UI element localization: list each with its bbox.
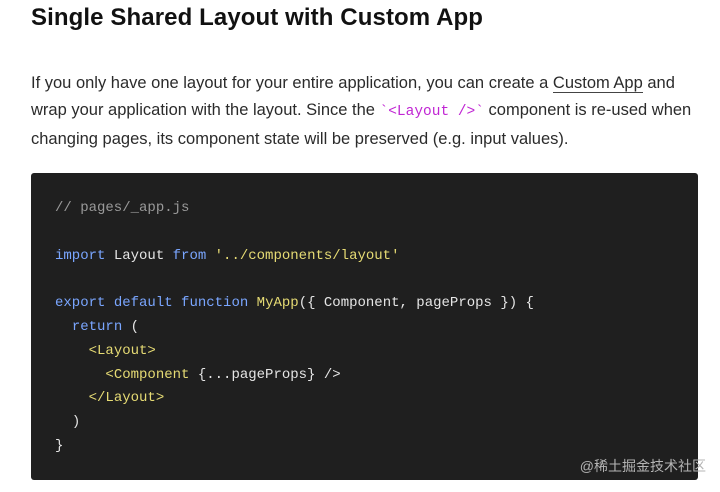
code-line-component: <Component {...pageProps} />	[55, 364, 674, 388]
return-paren: (	[122, 318, 140, 335]
import-identifier: Layout	[105, 247, 173, 264]
function-params: ({ Component, pageProps }) {	[298, 295, 534, 312]
code-line-blank-1	[55, 221, 674, 245]
component-tag-name: <Component	[105, 366, 190, 383]
component-self-close: />	[323, 366, 341, 383]
watermark: @稀土掘金技术社区	[579, 458, 706, 474]
code-content: // pages/_app.jsimport Layout from '../c…	[55, 197, 674, 459]
close-paren: )	[71, 414, 81, 431]
component-props: {...pageProps}	[189, 366, 324, 383]
intro-paragraph: If you only have one layout for your ent…	[31, 70, 701, 153]
code-line-close-paren: )	[55, 411, 674, 435]
layout-open-tag: <Layout>	[88, 342, 156, 359]
custom-app-link[interactable]: Custom App	[552, 74, 643, 93]
layout-inline-code: `<Layout />`	[379, 104, 484, 120]
code-line-blank-2	[55, 268, 674, 292]
keyword-export: export	[55, 295, 106, 312]
keyword-from: from	[172, 247, 207, 264]
code-line-layout-close: </Layout>	[55, 387, 674, 411]
keyword-import: import	[55, 247, 106, 264]
close-brace: }	[55, 437, 64, 454]
code-line-layout-open: <Layout>	[55, 340, 674, 364]
layout-close-tag: </Layout>	[88, 390, 165, 407]
code-block[interactable]: // pages/_app.jsimport Layout from '../c…	[31, 173, 698, 480]
code-line-import: import Layout from '../components/layout…	[55, 245, 674, 269]
import-path-string: '../components/layout'	[206, 247, 400, 264]
page-title: Single Shared Layout with Custom App	[31, 4, 484, 31]
code-line-function: export default function MyApp({ Componen…	[55, 292, 674, 316]
function-name: MyApp	[256, 295, 299, 312]
paragraph-text-1: If you only have one layout for your ent…	[31, 74, 553, 92]
code-line-return: return (	[55, 316, 674, 340]
code-line-comment: // pages/_app.js	[55, 200, 190, 216]
keyword-return: return	[71, 318, 123, 335]
keyword-default: default	[113, 295, 173, 312]
keyword-function: function	[181, 295, 249, 312]
